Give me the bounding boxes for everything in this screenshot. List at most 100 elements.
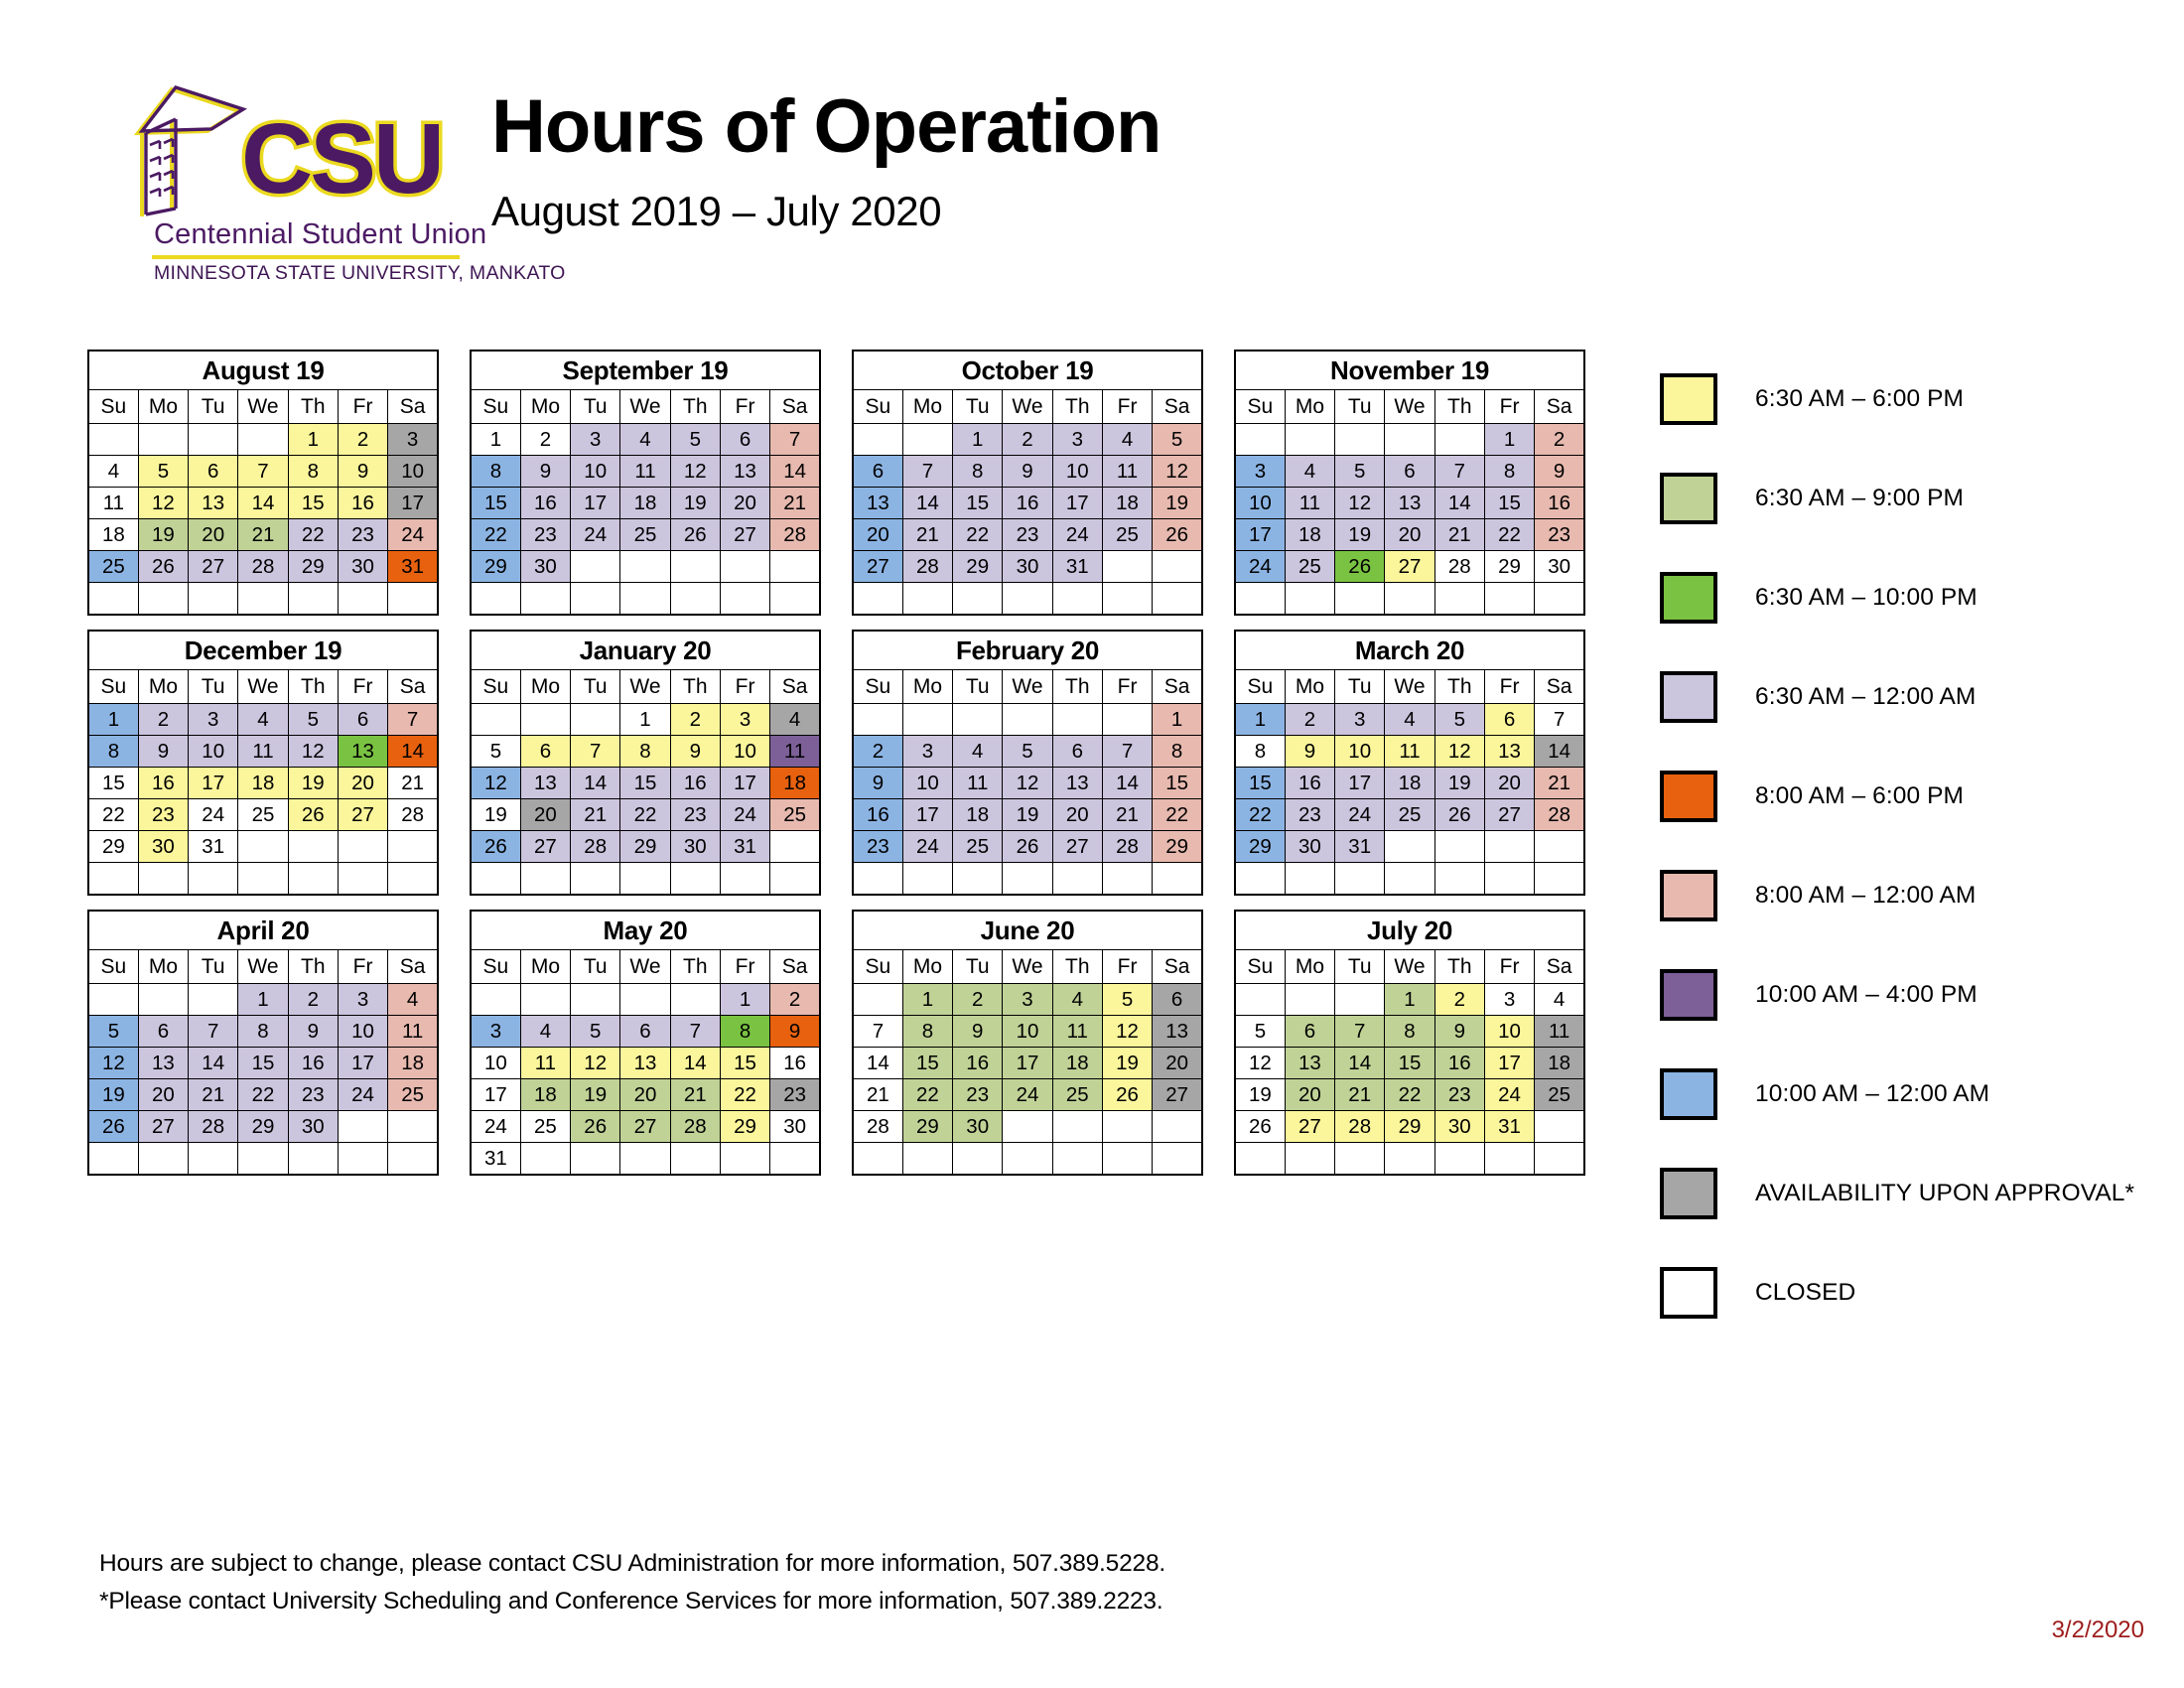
- day-cell[interactable]: 5: [570, 1015, 621, 1048]
- day-cell[interactable]: 25: [87, 550, 139, 583]
- day-cell[interactable]: 7: [1101, 735, 1154, 768]
- day-cell[interactable]: 4: [1384, 703, 1435, 736]
- day-cell[interactable]: 28: [1101, 830, 1154, 863]
- day-cell[interactable]: 12: [137, 487, 190, 519]
- day-cell[interactable]: 22: [1483, 518, 1536, 551]
- day-cell[interactable]: 26: [1152, 518, 1203, 551]
- day-cell[interactable]: 2: [337, 423, 389, 456]
- day-cell[interactable]: 6: [519, 735, 572, 768]
- day-cell[interactable]: 30: [337, 550, 389, 583]
- day-cell[interactable]: 18: [1284, 518, 1336, 551]
- day-cell[interactable]: 5: [1002, 735, 1053, 768]
- day-cell[interactable]: 26: [570, 1110, 621, 1143]
- day-cell[interactable]: 23: [337, 518, 389, 551]
- day-cell[interactable]: 4: [769, 703, 821, 736]
- day-cell[interactable]: 15: [287, 487, 339, 519]
- day-cell[interactable]: 17: [470, 1078, 521, 1111]
- day-cell[interactable]: 10: [1483, 1015, 1536, 1048]
- day-cell[interactable]: 26: [1101, 1078, 1154, 1111]
- day-cell[interactable]: 2: [952, 983, 1004, 1016]
- day-cell[interactable]: 2: [669, 703, 721, 736]
- day-cell[interactable]: 14: [769, 455, 821, 488]
- day-cell[interactable]: 8: [237, 1015, 289, 1048]
- day-cell[interactable]: 19: [1002, 798, 1053, 831]
- day-cell[interactable]: 31: [470, 1142, 521, 1176]
- day-cell[interactable]: 22: [1384, 1078, 1435, 1111]
- day-cell[interactable]: 24: [719, 798, 771, 831]
- day-cell[interactable]: 22: [901, 1078, 954, 1111]
- day-cell[interactable]: 27: [519, 830, 572, 863]
- day-cell[interactable]: 9: [519, 455, 572, 488]
- day-cell[interactable]: 2: [519, 423, 572, 456]
- day-cell[interactable]: 20: [1284, 1078, 1336, 1111]
- day-cell[interactable]: 5: [87, 1015, 139, 1048]
- day-cell[interactable]: 16: [1433, 1047, 1485, 1079]
- day-cell[interactable]: 26: [1002, 830, 1053, 863]
- day-cell[interactable]: 10: [901, 767, 954, 799]
- day-cell[interactable]: 25: [952, 830, 1004, 863]
- day-cell[interactable]: 27: [337, 798, 389, 831]
- day-cell[interactable]: 13: [852, 487, 903, 519]
- day-cell[interactable]: 14: [852, 1047, 903, 1079]
- day-cell[interactable]: 9: [1433, 1015, 1485, 1048]
- day-cell[interactable]: 14: [1334, 1047, 1386, 1079]
- day-cell[interactable]: 2: [137, 703, 190, 736]
- day-cell[interactable]: 10: [470, 1047, 521, 1079]
- day-cell[interactable]: 6: [719, 423, 771, 456]
- day-cell[interactable]: 3: [337, 983, 389, 1016]
- day-cell[interactable]: 1: [952, 423, 1004, 456]
- day-cell[interactable]: 3: [570, 423, 621, 456]
- day-cell[interactable]: 15: [619, 767, 671, 799]
- day-cell[interactable]: 24: [1051, 518, 1103, 551]
- day-cell[interactable]: 17: [1051, 487, 1103, 519]
- day-cell[interactable]: 11: [952, 767, 1004, 799]
- day-cell[interactable]: 12: [1433, 735, 1485, 768]
- day-cell[interactable]: 14: [1534, 735, 1585, 768]
- day-cell[interactable]: 2: [1284, 703, 1336, 736]
- day-cell[interactable]: 27: [1152, 1078, 1203, 1111]
- day-cell[interactable]: 19: [287, 767, 339, 799]
- day-cell[interactable]: 18: [952, 798, 1004, 831]
- day-cell[interactable]: 17: [188, 767, 239, 799]
- day-cell[interactable]: 14: [1101, 767, 1154, 799]
- day-cell[interactable]: 22: [619, 798, 671, 831]
- day-cell[interactable]: 5: [1433, 703, 1485, 736]
- day-cell[interactable]: 21: [901, 518, 954, 551]
- day-cell[interactable]: 14: [1433, 487, 1485, 519]
- day-cell[interactable]: 2: [287, 983, 339, 1016]
- day-cell[interactable]: 1: [1234, 703, 1286, 736]
- day-cell[interactable]: 25: [1101, 518, 1154, 551]
- day-cell[interactable]: 1: [1152, 703, 1203, 736]
- day-cell[interactable]: 21: [769, 487, 821, 519]
- day-cell[interactable]: 21: [852, 1078, 903, 1111]
- day-cell[interactable]: 20: [719, 487, 771, 519]
- day-cell[interactable]: 27: [852, 550, 903, 583]
- day-cell[interactable]: 23: [137, 798, 190, 831]
- day-cell[interactable]: 6: [1483, 703, 1536, 736]
- day-cell[interactable]: 23: [669, 798, 721, 831]
- day-cell[interactable]: 3: [470, 1015, 521, 1048]
- day-cell[interactable]: 10: [719, 735, 771, 768]
- day-cell[interactable]: 15: [1483, 487, 1536, 519]
- day-cell[interactable]: 18: [387, 1047, 439, 1079]
- day-cell[interactable]: 18: [1534, 1047, 1585, 1079]
- day-cell[interactable]: 17: [387, 487, 439, 519]
- day-cell[interactable]: 21: [1534, 767, 1585, 799]
- day-cell[interactable]: 13: [337, 735, 389, 768]
- day-cell[interactable]: 16: [519, 487, 572, 519]
- day-cell[interactable]: 7: [570, 735, 621, 768]
- day-cell[interactable]: 2: [1002, 423, 1053, 456]
- day-cell[interactable]: 23: [519, 518, 572, 551]
- day-cell[interactable]: 10: [387, 455, 439, 488]
- day-cell[interactable]: 21: [669, 1078, 721, 1111]
- day-cell[interactable]: 16: [952, 1047, 1004, 1079]
- day-cell[interactable]: 23: [1002, 518, 1053, 551]
- day-cell[interactable]: 14: [387, 735, 439, 768]
- day-cell[interactable]: 4: [237, 703, 289, 736]
- day-cell[interactable]: 27: [1284, 1110, 1336, 1143]
- day-cell[interactable]: 1: [719, 983, 771, 1016]
- day-cell[interactable]: 30: [1433, 1110, 1485, 1143]
- day-cell[interactable]: 25: [1534, 1078, 1585, 1111]
- day-cell[interactable]: 3: [1334, 703, 1386, 736]
- day-cell[interactable]: 4: [1534, 983, 1585, 1016]
